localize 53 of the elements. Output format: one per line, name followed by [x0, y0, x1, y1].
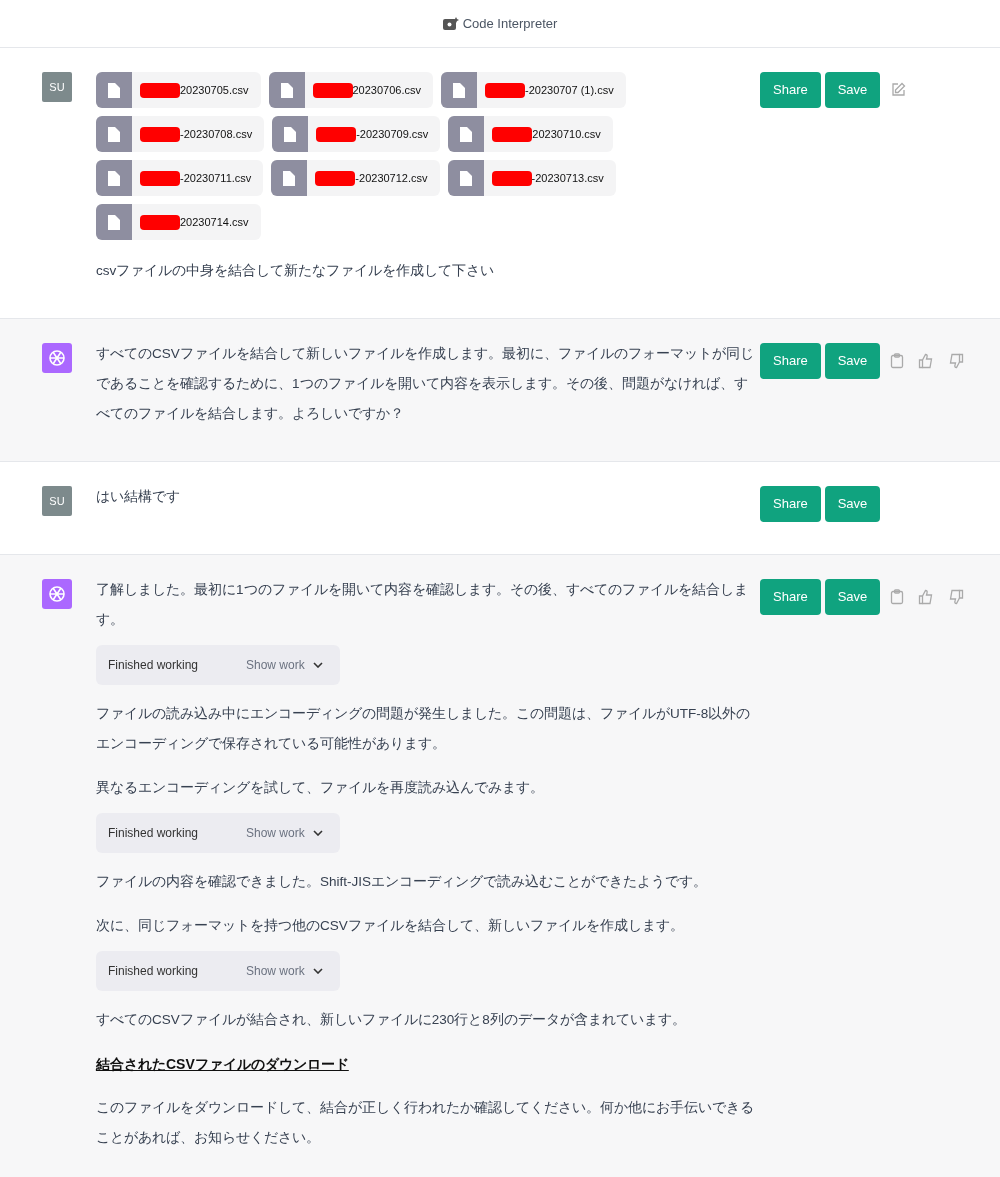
message-text: ファイルの内容を確認できました。Shift-JISエンコーディングで読み込むことができたようです。: [96, 873, 708, 891]
clipboard-icon[interactable]: [890, 589, 905, 605]
file-chip[interactable]: 20230710.csv: [448, 116, 613, 152]
file-chip[interactable]: -20230708.csv: [96, 116, 265, 152]
show-work-toggle[interactable]: Show work: [246, 962, 323, 980]
clipboard-icon[interactable]: [890, 353, 905, 369]
message-text: すべてのCSVファイルが結合され、新しいファイルに230行と8列のデータが含まれています。: [96, 1011, 687, 1029]
message-text: はい結構です: [96, 488, 181, 506]
file-chip[interactable]: -20230713.csv: [447, 160, 616, 196]
chevron-down-icon: [312, 662, 323, 668]
assistant-avatar: [42, 343, 72, 373]
file-icon: [283, 170, 296, 186]
file-chip[interactable]: 20230705.csv: [96, 72, 261, 108]
file-icon: [459, 170, 472, 186]
file-icon: [108, 170, 120, 186]
status-label: Finished working: [108, 963, 200, 980]
status-label: Finished working: [108, 825, 200, 842]
message-text: 次に、同じフォーマットを持つ他のCSVファイルを結合して、新しいファイルを作成します。: [96, 917, 685, 935]
message-text: ファイルの読み込み中にエンコーディングの問題が発生しました。この問題は、ファイルがUTF-8以外のエンコーディングで保存されている可能性があります。: [96, 705, 752, 753]
message-text: すべてのCSVファイルを結合して新しいファイルを作成します。最初に、ファイルのフォーマットが同じであることを確認するために、1つのファイルを開いて内容を表示します。その後、問題がなければ、すべてのファイルを結合します。よろしいですか？: [96, 345, 755, 423]
file-icon: [280, 82, 293, 98]
file-chip[interactable]: -20230709.csv: [272, 116, 441, 152]
status-label: Finished working: [108, 657, 200, 674]
message-text: このファイルをダウンロードして、結合が正しく行われたか確認してください。何か他にお手伝いできることがあれば、お知らせください。: [96, 1099, 755, 1147]
file-chip[interactable]: 20230714.csv: [96, 204, 261, 240]
thumbs-up-icon[interactable]: [918, 353, 935, 369]
file-icon: [453, 82, 465, 98]
thumbs-down-icon[interactable]: [948, 589, 965, 605]
thumbs-down-icon[interactable]: [948, 353, 965, 369]
assistant-avatar: [42, 579, 72, 609]
file-icon: [460, 126, 473, 142]
message-text: 了解しました。最初に1つのファイルを開いて内容を確認します。その後、すべてのファイルを結合します。: [96, 581, 749, 629]
download-link[interactable]: 結合されたCSVファイルのダウンロード: [96, 1049, 349, 1079]
user-avatar: SU: [42, 72, 72, 102]
show-work-toggle[interactable]: Show work: [246, 824, 323, 842]
file-chip[interactable]: -20230711.csv: [96, 160, 264, 196]
file-icon: [284, 126, 297, 142]
message-text: csvファイルの中身を結合して新たなファイルを作成して下さい: [96, 262, 496, 280]
chevron-down-icon: [312, 968, 323, 974]
plugin-icon: [442, 16, 459, 31]
edit-icon[interactable]: [890, 82, 907, 98]
file-chip[interactable]: -20230707 (1).csv: [441, 72, 626, 108]
file-icon: [108, 82, 120, 98]
message-text: 異なるエンコーディングを試して、ファイルを再度読み込んでみます。: [96, 779, 545, 797]
show-work-toggle[interactable]: Show work: [246, 656, 323, 674]
file-icon: [108, 214, 120, 230]
model-title: Code Interpreter: [462, 14, 558, 33]
thumbs-up-icon[interactable]: [918, 589, 935, 605]
user-avatar: SU: [42, 486, 72, 516]
file-chip[interactable]: -20230712.csv: [271, 160, 440, 196]
file-chip[interactable]: 20230706.csv: [268, 72, 433, 108]
chevron-down-icon: [312, 830, 323, 836]
file-icon: [108, 126, 120, 142]
